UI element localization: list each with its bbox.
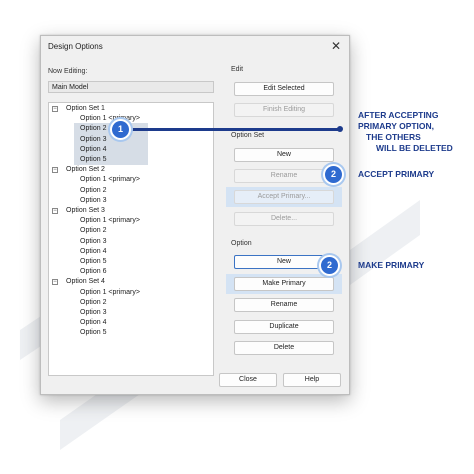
finish-editing-button[interactable]: Finish Editing — [234, 103, 334, 117]
note-after-accepting-line: WILL BE DELETED — [376, 143, 453, 153]
note-after-accepting-line: AFTER ACCEPTING — [358, 110, 439, 120]
tree-option-item[interactable]: Option 2 — [80, 226, 106, 235]
step-1-badge: 1 — [110, 119, 131, 140]
tree-option-item[interactable]: Option 5 — [80, 155, 106, 164]
help-button[interactable]: Help — [283, 373, 341, 387]
close-button[interactable]: Close — [219, 373, 277, 387]
tree-option-item[interactable]: Option 3 — [80, 135, 106, 144]
tree-expander-icon[interactable]: − — [52, 207, 58, 214]
note-accept-primary: ACCEPT PRIMARY — [358, 169, 435, 179]
tree-option-item[interactable]: Option 3 — [80, 196, 106, 205]
edit-selected-button[interactable]: Edit Selected — [234, 82, 334, 96]
dialog-title: Design Options — [48, 42, 103, 51]
note-after-accepting-line: THE OTHERS — [366, 132, 421, 142]
tree-option-set[interactable]: Option Set 2 — [66, 165, 105, 174]
design-options-dialog: Design Options ✕ Now Editing: Main Model… — [40, 35, 350, 395]
option-set-delete-button[interactable]: Delete... — [234, 212, 334, 226]
tree-option-item[interactable]: Option 2 — [80, 186, 106, 195]
option-rename-button[interactable]: Rename — [234, 298, 334, 312]
edit-group-label: Edit — [231, 66, 244, 73]
option-set-group-label: Option Set — [231, 132, 265, 139]
option-set-rename-button[interactable]: Rename — [234, 169, 334, 183]
tree-expander-icon[interactable]: − — [52, 278, 58, 285]
make-primary-button[interactable]: Make Primary — [234, 277, 334, 291]
callout-connector-line — [125, 128, 340, 131]
step-2-badge-make-primary: 2 — [319, 255, 340, 276]
now-editing-label: Now Editing: — [48, 68, 88, 75]
callout-connector-dot — [337, 126, 343, 132]
tree-option-item[interactable]: Option 4 — [80, 145, 106, 154]
option-group-label: Option — [231, 240, 252, 247]
note-make-primary: MAKE PRIMARY — [358, 260, 425, 270]
tree-option-item[interactable]: Option 2 — [80, 124, 106, 133]
tree-expander-icon[interactable]: − — [52, 166, 58, 173]
option-delete-button[interactable]: Delete — [234, 341, 334, 355]
step-2-badge-accept: 2 — [323, 164, 344, 185]
tree-expander-icon[interactable]: − — [52, 105, 58, 112]
note-after-accepting-line: PRIMARY OPTION, — [358, 121, 435, 131]
tree-option-item[interactable]: Option 1 <primary> — [80, 114, 140, 123]
tree-option-item[interactable]: Option 1 <primary> — [80, 288, 140, 297]
design-options-tree[interactable]: − Option Set 1 Option 1 <primary> Option 2O… — [48, 102, 214, 376]
accept-primary-button[interactable]: Accept Primary... — [234, 190, 334, 204]
tree-option-item[interactable]: Option 6 — [80, 267, 106, 276]
tree-option-item[interactable]: Option 1 <primary> — [80, 216, 140, 225]
tree-option-item[interactable]: Option 5 — [80, 257, 106, 266]
tree-option-set[interactable]: Option Set 1 — [66, 104, 105, 113]
option-set-new-button[interactable]: New — [234, 148, 334, 162]
tree-option-item[interactable]: Option 5 — [80, 328, 106, 337]
tree-option-item[interactable]: Option 4 — [80, 247, 106, 256]
tree-option-set[interactable]: Option Set 4 — [66, 277, 105, 286]
note-after-accepting: AFTER ACCEPTING PRIMARY OPTION, THE OTHE… — [358, 110, 453, 154]
tree-option-item[interactable]: Option 3 — [80, 237, 106, 246]
tree-option-item[interactable]: Option 1 <primary> — [80, 175, 140, 184]
tree-option-item[interactable]: Option 2 — [80, 298, 106, 307]
option-duplicate-button[interactable]: Duplicate — [234, 320, 334, 334]
title-bar: Design Options ✕ — [41, 36, 349, 58]
now-editing-field: Main Model — [48, 81, 214, 93]
tree-option-item[interactable]: Option 4 — [80, 318, 106, 327]
close-icon[interactable]: ✕ — [329, 39, 343, 53]
tree-option-item[interactable]: Option 3 — [80, 308, 106, 317]
tree-option-set[interactable]: Option Set 3 — [66, 206, 105, 215]
